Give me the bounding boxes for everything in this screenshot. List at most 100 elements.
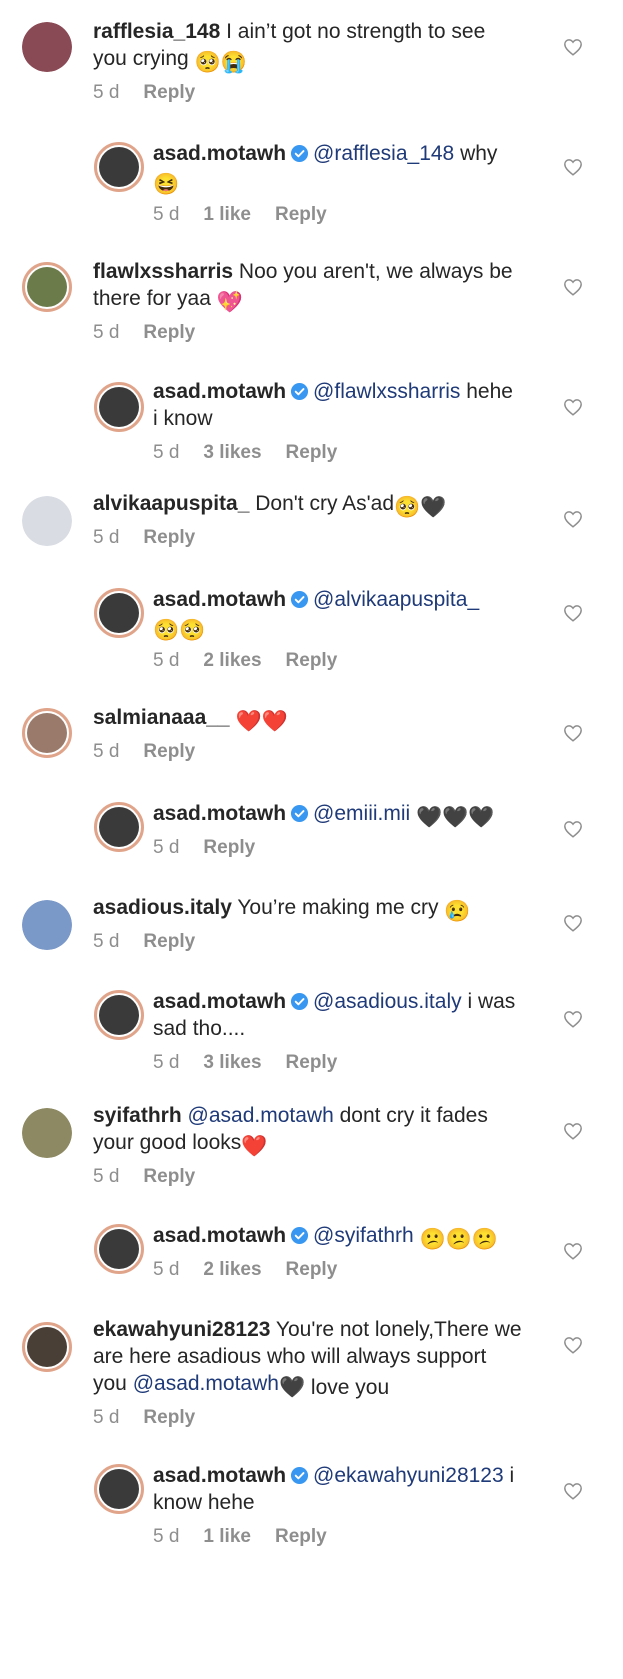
username-link[interactable]: ekawahyuni28123 [93,1318,270,1341]
like-heart-icon[interactable] [563,1122,583,1140]
emoji-text: 🖤🖤🖤 [416,806,495,829]
avatar[interactable] [22,22,72,72]
username-link[interactable]: syifathrh [93,1104,182,1127]
mention-link[interactable]: @ekawahyuni28123 [313,1464,504,1487]
reply-button[interactable]: Reply [143,1407,195,1428]
like-heart-icon[interactable] [563,1010,583,1028]
mention-link[interactable]: @alvikaapuspita_ [313,588,479,611]
likes-count-link[interactable]: 2 likes [203,650,261,671]
verified-badge-icon [290,590,309,609]
username-link[interactable]: asad.motawh [153,1464,286,1487]
mention-link[interactable]: @asad.motawh [188,1104,334,1127]
username-link[interactable]: asad.motawh [153,1224,286,1247]
avatar[interactable] [94,1464,144,1514]
comment-meta: 5 d 3 likes Reply [153,1052,361,1074]
likes-count-link[interactable]: 2 likes [203,1259,261,1280]
avatar-image [27,1327,67,1367]
reply-button[interactable]: Reply [275,1526,327,1547]
emoji-text: 🖤 love you [278,1376,390,1399]
like-heart-icon[interactable] [563,820,583,838]
avatar[interactable] [22,262,72,312]
avatar[interactable] [94,142,144,192]
avatar[interactable] [22,708,72,758]
emoji-text: 😕😕😕 [419,1228,499,1251]
username-link[interactable]: asad.motawh [153,990,286,1013]
username-link[interactable]: asad.motawh [153,802,286,825]
like-heart-icon[interactable] [563,398,583,416]
comment-body: why [454,142,498,165]
avatar[interactable] [94,588,144,638]
likes-count-link[interactable]: 1 like [203,1526,251,1547]
reply-button[interactable]: Reply [143,931,195,952]
like-heart-icon[interactable] [563,1242,583,1260]
likes-count-link[interactable]: 1 like [203,204,251,225]
comment-text: asad.motawh @asadious.italy i was sad tho… [153,988,523,1042]
avatar-image [99,995,139,1035]
like-heart-icon[interactable] [563,724,583,742]
likes-count-link[interactable]: 3 likes [203,442,261,463]
like-heart-icon[interactable] [563,38,583,56]
reply-button[interactable]: Reply [286,1052,338,1073]
mention-link[interactable]: @emiii.mii [313,802,410,825]
emoji-text: 🥺🥺 [153,619,206,642]
emoji-text: ❤️❤️ [235,710,288,733]
avatar-image [27,713,67,753]
likes-count-link[interactable]: 3 likes [203,1052,261,1073]
emoji-text: 💖 [216,291,243,314]
timestamp: 5 d [93,1166,120,1187]
username-link[interactable]: rafflesia_148 [93,20,220,43]
reply-button[interactable]: Reply [286,442,338,463]
verified-badge-icon [290,1226,309,1245]
like-heart-icon[interactable] [563,604,583,622]
verified-badge-icon [290,144,309,163]
avatar[interactable] [94,382,144,432]
comment-meta: 5 d Reply [93,1166,219,1188]
comment-text: asadious.italy You’re making me cry 😢 [93,894,523,925]
reply-button[interactable]: Reply [286,1259,338,1280]
reply-button[interactable]: Reply [286,650,338,671]
reply-button[interactable]: Reply [275,204,327,225]
comment-text: flawlxssharris Noo you aren't, we always… [93,258,523,316]
avatar[interactable] [22,496,72,546]
like-heart-icon[interactable] [563,278,583,296]
timestamp: 5 d [93,82,120,103]
avatar[interactable] [94,1224,144,1274]
mention-link[interactable]: @rafflesia_148 [313,142,454,165]
username-link[interactable]: flawlxssharris [93,260,233,283]
like-heart-icon[interactable] [563,510,583,528]
avatar-image [22,496,72,546]
avatar[interactable] [94,802,144,852]
avatar[interactable] [22,900,72,950]
reply-button[interactable]: Reply [143,1166,195,1187]
reply-button[interactable]: Reply [143,82,195,103]
emoji-text: ❤️ [241,1135,268,1158]
username-link[interactable]: salmianaaa__ [93,706,230,729]
username-link[interactable]: asadious.italy [93,896,232,919]
comment-meta: 5 d Reply [153,837,279,859]
like-heart-icon[interactable] [563,914,583,932]
username-link[interactable]: asad.motawh [153,142,286,165]
mention-link[interactable]: @asadious.italy [313,990,462,1013]
timestamp: 5 d [153,1526,180,1547]
like-heart-icon[interactable] [563,158,583,176]
mention-link[interactable]: @flawlxssharris [313,380,460,403]
mention-link[interactable]: @asad.motawh [133,1372,279,1395]
reply-button[interactable]: Reply [143,322,195,343]
avatar[interactable] [94,990,144,1040]
reply-button[interactable]: Reply [143,527,195,548]
mention-link[interactable]: @syifathrh [313,1224,414,1247]
username-link[interactable]: asad.motawh [153,588,286,611]
comment-meta: 5 d 1 like Reply [153,1526,351,1548]
like-heart-icon[interactable] [563,1336,583,1354]
verified-badge-icon [290,804,309,823]
like-heart-icon[interactable] [563,1482,583,1500]
username-link[interactable]: alvikaapuspita_ [93,492,249,515]
emoji-text: 🥺🖤 [394,496,447,519]
avatar[interactable] [22,1108,72,1158]
comment-text: alvikaapuspita_ Don't cry As'ad🥺🖤 [93,490,523,521]
username-link[interactable]: asad.motawh [153,380,286,403]
avatar[interactable] [22,1322,72,1372]
reply-button[interactable]: Reply [203,837,255,858]
reply-button[interactable]: Reply [143,741,195,762]
timestamp: 5 d [93,527,120,548]
